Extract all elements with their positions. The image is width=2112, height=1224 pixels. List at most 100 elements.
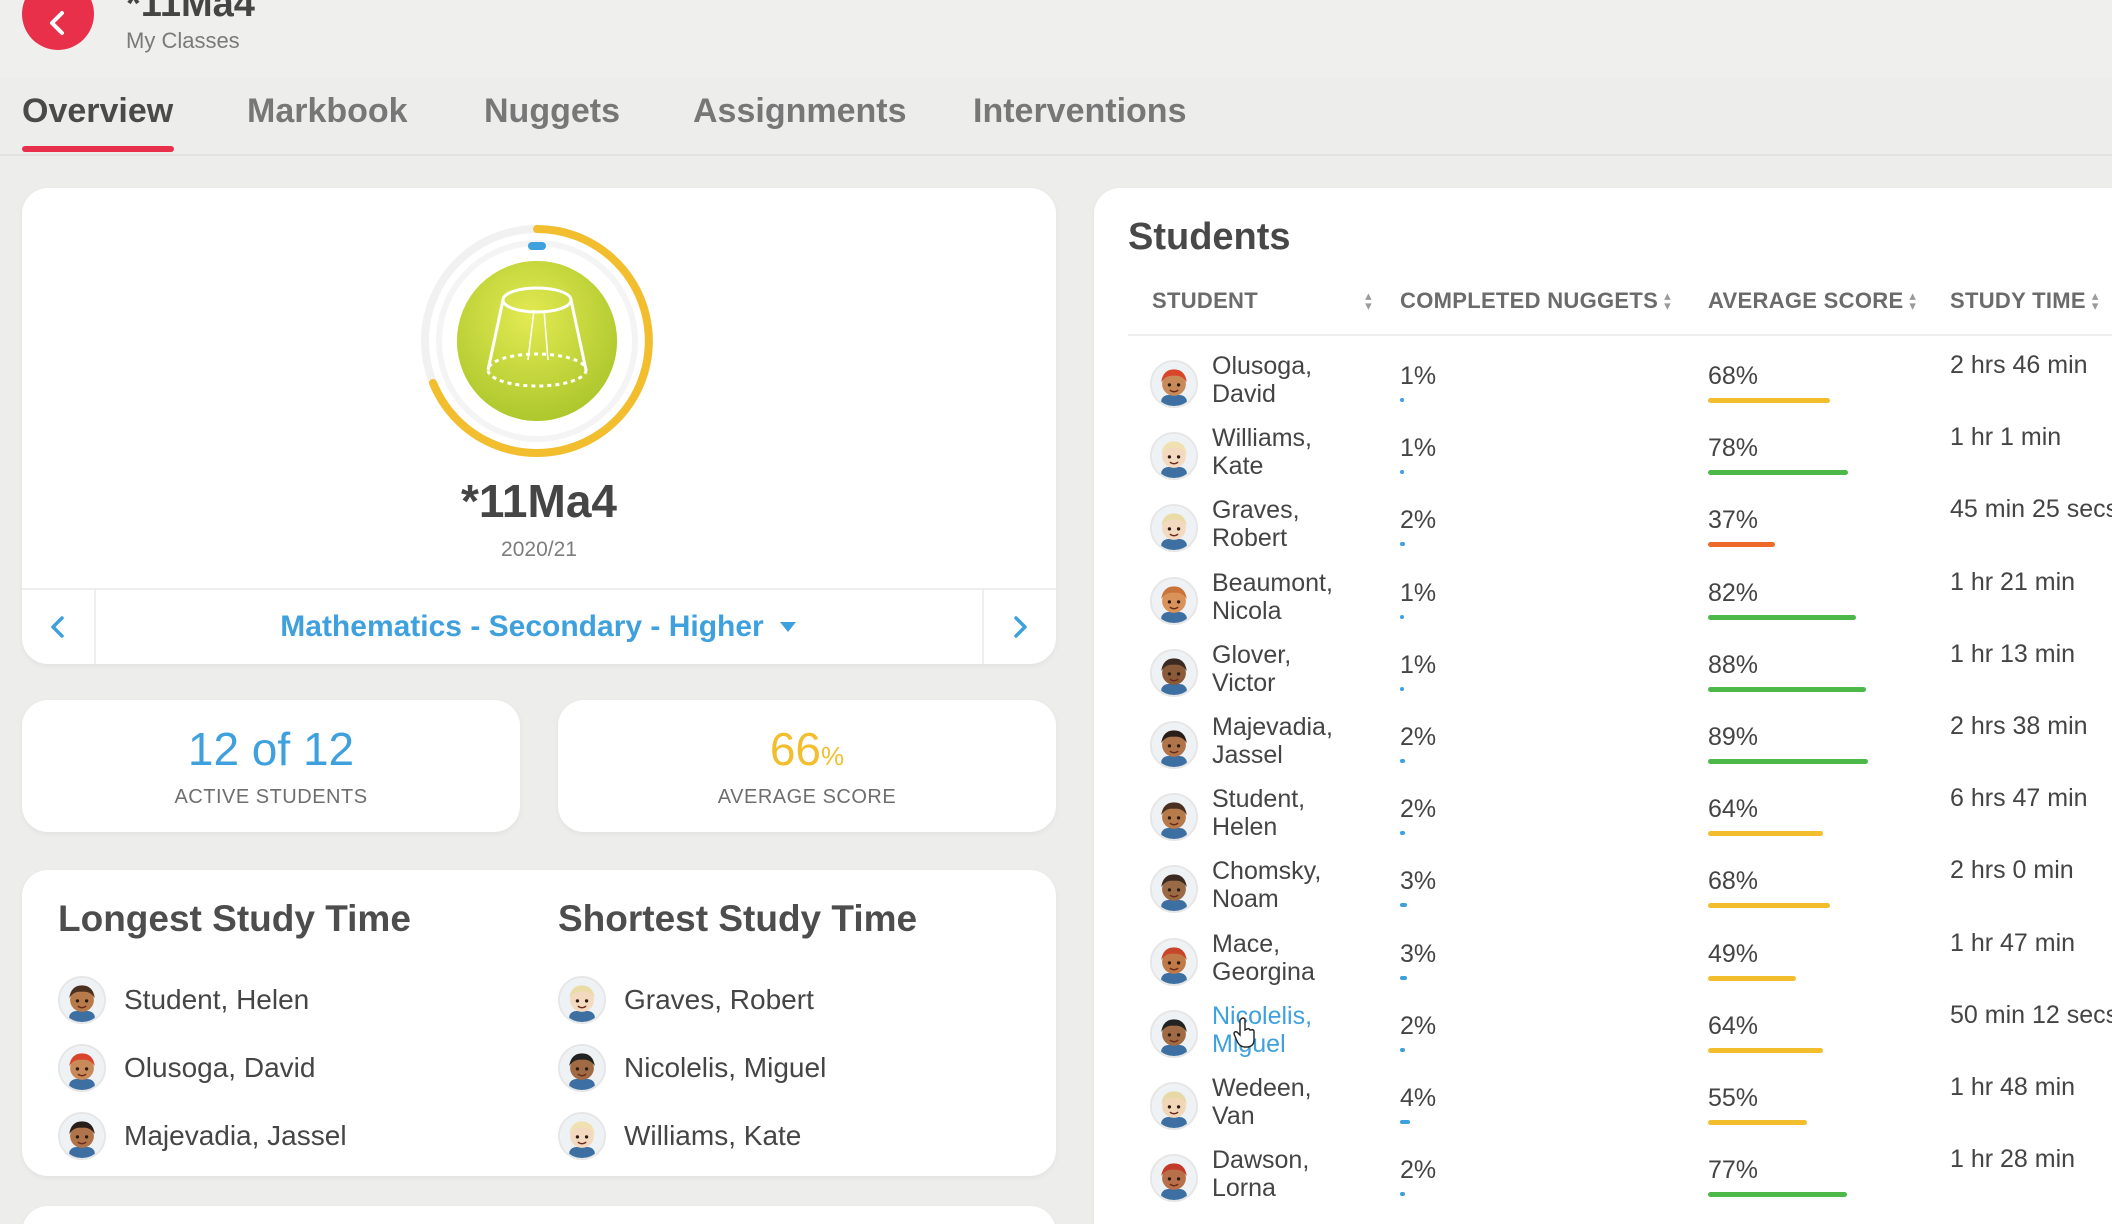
- table-row[interactable]: Chomsky, Noam 3% 68% 2 hrs 0 min: [1094, 853, 2112, 925]
- average-score-bar: [1708, 1192, 1847, 1198]
- student-name: Nicolelis, Miguel: [624, 1052, 827, 1083]
- prev-subject-button[interactable]: [22, 590, 96, 664]
- next-subject-button[interactable]: [982, 590, 1056, 664]
- study-time-value: 2 hrs 0 min: [1950, 856, 2074, 885]
- completed-nuggets-bar: [1400, 831, 1405, 836]
- column-header-completed-nuggets[interactable]: COMPLETED NUGGETS ▴ ▾: [1400, 288, 1671, 314]
- average-score-bar: [1708, 614, 1856, 620]
- average-score-bar: [1708, 1047, 1824, 1053]
- breadcrumb[interactable]: My Classes: [126, 28, 240, 54]
- completed-nuggets-value: 2%: [1400, 1156, 1437, 1185]
- average-score-value: 82%: [1708, 578, 1759, 607]
- table-row[interactable]: Olusoga, David 1% 68% 2 hrs 46 min: [1094, 348, 2112, 420]
- completed-nuggets-bar: [1400, 1120, 1410, 1124]
- shortest-study-list: Graves, Robert Nicolelis, Miguel Williams,…: [558, 966, 826, 1170]
- student-name-link[interactable]: Mace, Georgina: [1212, 930, 1352, 986]
- sort-icon: ▴ ▾: [1365, 288, 1372, 313]
- table-row[interactable]: Wedeen, Van 4% 55% 1 hr 48 min: [1094, 1070, 2112, 1142]
- completed-nuggets-value: 4%: [1400, 1084, 1437, 1112]
- completed-nuggets-value: 2%: [1400, 723, 1437, 751]
- tab-interventions[interactable]: Interventions: [973, 92, 1186, 131]
- student-name: Olusoga, David: [124, 1052, 316, 1083]
- tab-nuggets[interactable]: Nuggets: [484, 92, 620, 131]
- completed-nuggets-value: 1%: [1400, 362, 1437, 390]
- average-score-value: 37%: [1708, 506, 1759, 535]
- average-score-card: 66% AVERAGE SCORE: [558, 700, 1056, 832]
- student-name-link[interactable]: Student, Helen: [1212, 785, 1352, 841]
- avatar: [1150, 504, 1198, 553]
- list-item[interactable]: Majevadia, Jassel: [58, 1102, 347, 1170]
- average-score-value: 88%: [1708, 650, 1759, 679]
- student-name-link[interactable]: Chomsky, Noam: [1212, 857, 1352, 913]
- table-row[interactable]: Dawson, Lorna 2% 77% 1 hr 28 min: [1094, 1142, 2112, 1214]
- completed-nuggets-value: 1%: [1400, 578, 1437, 607]
- tab-overview[interactable]: Overview: [22, 92, 173, 131]
- average-score-bar: [1708, 470, 1849, 476]
- class-name: *11Ma4: [460, 475, 617, 527]
- student-name-link[interactable]: Beaumont, Nicola: [1212, 569, 1352, 625]
- list-item[interactable]: Graves, Robert: [558, 966, 826, 1034]
- student-name-link[interactable]: Olusoga, David: [1212, 352, 1352, 408]
- sort-icon: ▴ ▾: [1909, 288, 1917, 313]
- class-year: 2020/21: [501, 538, 577, 561]
- avatar: [558, 1044, 606, 1092]
- column-header-average-score[interactable]: AVERAGE SCORE ▴ ▾: [1708, 288, 1916, 314]
- tab-assignments[interactable]: Assignments: [693, 92, 907, 131]
- average-score-bar: [1708, 903, 1831, 909]
- completed-nuggets-value: 1%: [1400, 434, 1437, 463]
- subject-label: Mathematics - Secondary - Higher: [280, 610, 764, 643]
- student-name-link[interactable]: Dawson, Lorna: [1212, 1146, 1352, 1202]
- list-item[interactable]: Nicolelis, Miguel: [558, 1034, 826, 1102]
- list-item[interactable]: Olusoga, David: [58, 1034, 347, 1102]
- avatar: [1150, 1009, 1198, 1058]
- tab-markbook[interactable]: Markbook: [247, 92, 408, 131]
- chevron-left-icon: [50, 11, 64, 35]
- back-button[interactable]: [22, 0, 94, 50]
- completed-nuggets-value: 2%: [1400, 795, 1437, 824]
- table-row[interactable]: Williams, Kate 1% 78% 1 hr 1 min: [1094, 420, 2112, 492]
- class-progress-ring: [416, 220, 658, 462]
- sort-icon: ▴ ▾: [1664, 288, 1671, 313]
- subject-dropdown[interactable]: Mathematics - Secondary - Higher: [96, 590, 982, 664]
- table-row[interactable]: Glover, Victor 1% 88% 1 hr 13 min: [1094, 637, 2112, 709]
- completed-nuggets-value: 2%: [1400, 1011, 1437, 1040]
- study-time-value: 1 hr 47 min: [1950, 928, 2076, 957]
- student-name: Student, Helen: [124, 984, 310, 1015]
- avatar: [1150, 721, 1198, 769]
- average-score-bar: [1708, 542, 1775, 548]
- table-row[interactable]: Beaumont, Nicola 1% 82% 1 hr 21 min: [1094, 565, 2112, 637]
- sort-icon: ▴ ▾: [2091, 288, 2099, 313]
- active-tab-indicator: [22, 146, 174, 152]
- active-students-value: 12 of 12: [187, 723, 355, 775]
- active-students-card: 12 of 12 ACTIVE STUDENTS: [22, 700, 520, 832]
- study-time-value: 50 min 12 secs: [1950, 1000, 2112, 1029]
- completed-nuggets-value: 2%: [1400, 506, 1437, 535]
- student-name-link[interactable]: Majevadia, Jassel: [1212, 713, 1352, 769]
- table-row[interactable]: Mace, Georgina 3% 49% 1 hr 47 min: [1094, 926, 2112, 998]
- student-name: Graves, Robert: [624, 984, 814, 1015]
- shortest-study-heading: Shortest Study Time: [558, 898, 918, 939]
- completed-nuggets-bar: [1400, 686, 1404, 691]
- student-name-link[interactable]: Graves, Robert: [1212, 496, 1352, 552]
- student-name-link[interactable]: Glover, Victor: [1212, 641, 1352, 697]
- avatar: [58, 1044, 106, 1092]
- average-score-bar: [1708, 831, 1824, 837]
- list-item[interactable]: Student, Helen: [58, 966, 347, 1034]
- avatar: [1150, 432, 1198, 481]
- column-header-study-time[interactable]: STUDY TIME ▴ ▾: [1950, 288, 2099, 314]
- student-name-link[interactable]: Williams, Kate: [1212, 424, 1352, 480]
- average-score-value: 55%: [1708, 1084, 1759, 1112]
- column-header-student[interactable]: STUDENT ▴ ▾: [1152, 288, 1372, 314]
- table-row[interactable]: Majevadia, Jassel 2% 89% 2 hrs 38 min: [1094, 709, 2112, 781]
- table-header-divider: [1128, 334, 2112, 336]
- average-score-bar: [1708, 759, 1869, 764]
- chevron-left-icon: [51, 616, 64, 638]
- completed-nuggets-bar: [1400, 759, 1405, 763]
- completed-nuggets-value: 3%: [1400, 939, 1437, 968]
- average-score-label: AVERAGE SCORE: [717, 786, 897, 808]
- list-item[interactable]: Williams, Kate: [558, 1102, 826, 1170]
- completed-nuggets-bar: [1400, 398, 1404, 402]
- student-name-link[interactable]: Wedeen, Van: [1212, 1074, 1352, 1130]
- table-row[interactable]: Student, Helen 2% 64% 6 hrs 47 min: [1094, 781, 2112, 853]
- table-row[interactable]: Graves, Robert 2% 37% 45 min 25 secs: [1094, 492, 2112, 564]
